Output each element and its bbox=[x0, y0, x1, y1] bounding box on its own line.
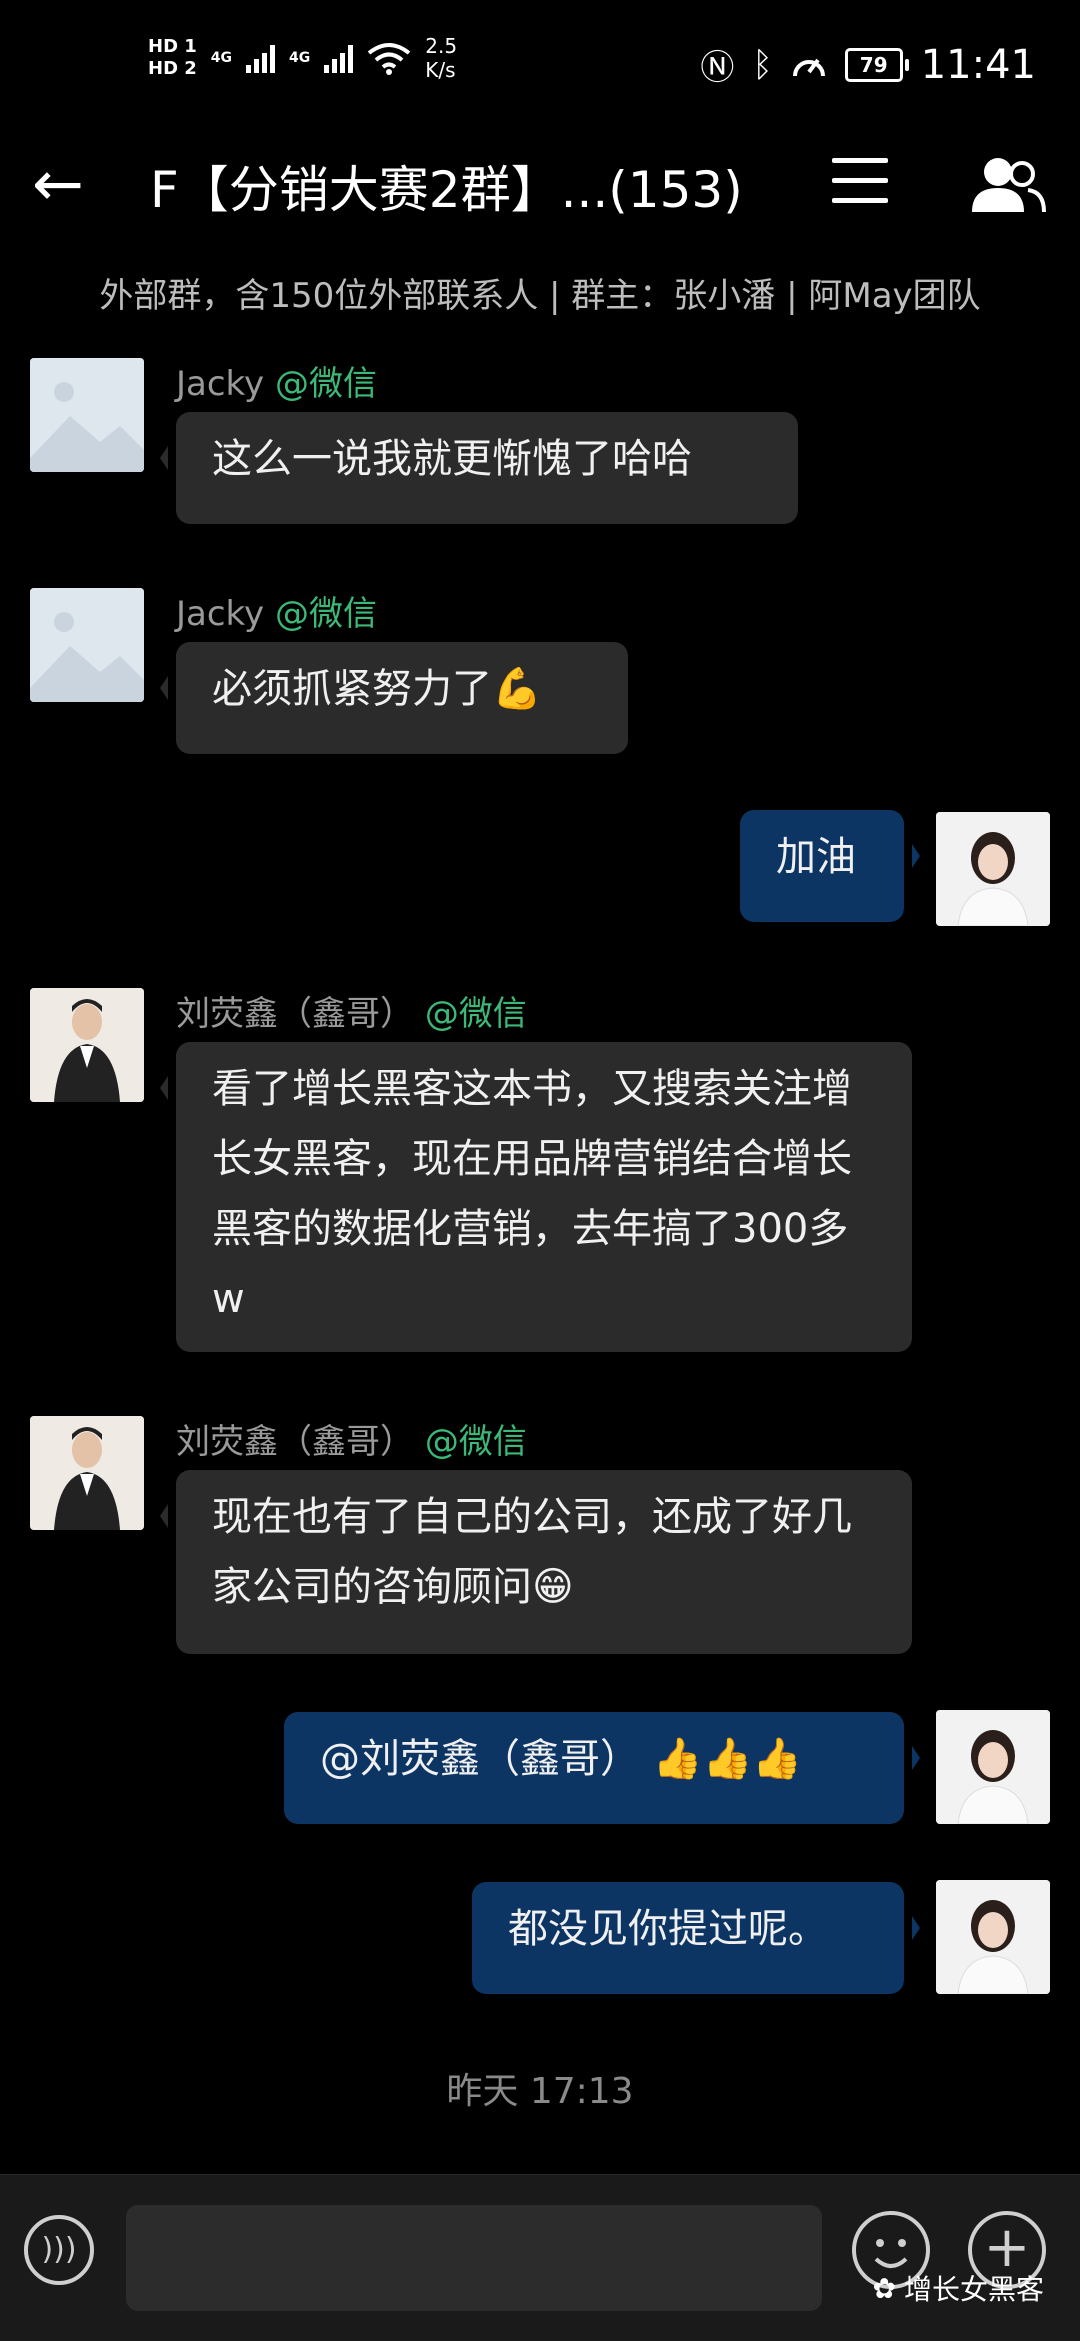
voice-input-icon[interactable]: ))) bbox=[24, 2215, 94, 2285]
watermark: ✿ 增长女黑客 bbox=[873, 2268, 1044, 2308]
wechat-logo-icon: ✿ bbox=[872, 2271, 896, 2305]
bluetooth-icon: ᛒ bbox=[752, 44, 773, 85]
message-text: 都没见你提过呢。 bbox=[508, 1906, 828, 1952]
sender-source: @微信 bbox=[424, 994, 527, 1034]
sender-label: Jacky bbox=[176, 594, 265, 634]
avatar[interactable] bbox=[30, 988, 144, 1102]
sender-name: Jacky @微信 bbox=[176, 356, 377, 405]
message-text: 这么一说我就更惭愧了哈哈 bbox=[212, 436, 692, 482]
message-bubble-self[interactable]: 加油 bbox=[740, 810, 920, 922]
signal-type-1: 4G bbox=[210, 50, 233, 66]
mention-text: @刘荧鑫（鑫哥） bbox=[320, 1736, 640, 1782]
avatar-self[interactable] bbox=[936, 1880, 1050, 1994]
sender-source: @微信 bbox=[274, 364, 377, 404]
signal-bars-icon bbox=[324, 43, 354, 73]
avatar[interactable] bbox=[30, 588, 144, 702]
status-bar: HD 1 HD 2 4G 4G 2.5 K/s Ⓝ ᛒ 79 11:41 bbox=[0, 0, 1080, 140]
hd2-label: HD 2 bbox=[148, 58, 197, 79]
clock: 11:41 bbox=[920, 41, 1036, 88]
user-photo-icon bbox=[30, 1416, 144, 1530]
battery-icon: 79 bbox=[844, 47, 909, 82]
group-info-bar[interactable]: 外部群，含150位外部联系人 | 群主：张小潘 | 阿May团队 bbox=[0, 268, 1080, 317]
placeholder-image-icon bbox=[30, 588, 144, 702]
message-text: 看了增长黑客这本书，又搜索关注增长女黑客，现在用品牌营销结合增长黑客的数据化营销… bbox=[212, 1066, 852, 1322]
wifi-icon bbox=[368, 43, 411, 75]
message-bubble[interactable]: 看了增长黑客这本书，又搜索关注增长女黑客，现在用品牌营销结合增长黑客的数据化营销… bbox=[160, 1042, 912, 1352]
message-bubble[interactable]: 必须抓紧努力了💪 bbox=[160, 642, 628, 754]
sender-name: 刘荧鑫（鑫哥） @微信 bbox=[176, 1414, 527, 1463]
nfc-icon: Ⓝ bbox=[700, 48, 735, 88]
user-photo-icon bbox=[30, 988, 144, 1102]
sender-label: 刘荧鑫（鑫哥） bbox=[176, 1422, 414, 1462]
network-speed: 2.5 K/s bbox=[425, 34, 457, 82]
sender-name: Jacky @微信 bbox=[176, 586, 377, 635]
back-arrow-icon[interactable]: ← bbox=[32, 153, 102, 218]
speed-value: 2.5 bbox=[425, 34, 458, 58]
sender-source: @微信 bbox=[424, 1422, 527, 1462]
chat-title: F【分销大赛2群】...(153) bbox=[150, 161, 743, 219]
flexed-bicep-emoji: 💪 bbox=[492, 666, 542, 712]
user-photo-icon bbox=[936, 812, 1050, 926]
sender-name: 刘荧鑫（鑫哥） @微信 bbox=[176, 986, 527, 1035]
message-bubble[interactable]: 现在也有了自己的公司，还成了好几家公司的咨询顾问😁 bbox=[160, 1470, 912, 1654]
hd1-label: HD 1 bbox=[148, 36, 197, 57]
speedometer-icon bbox=[792, 58, 825, 76]
avatar-self[interactable] bbox=[936, 812, 1050, 926]
message-input[interactable] bbox=[126, 2205, 822, 2311]
input-bar: ))) + bbox=[0, 2174, 1080, 2341]
timestamp-divider: 昨天 17:13 bbox=[446, 2071, 634, 2112]
menu-icon[interactable] bbox=[832, 158, 888, 218]
placeholder-image-icon bbox=[30, 358, 144, 472]
avatar-self[interactable] bbox=[936, 1710, 1050, 1824]
avatar[interactable] bbox=[30, 1416, 144, 1530]
message-bubble[interactable]: 这么一说我就更惭愧了哈哈 bbox=[160, 412, 798, 524]
user-photo-icon bbox=[936, 1710, 1050, 1824]
speed-unit: K/s bbox=[425, 58, 456, 82]
message-text: 必须抓紧努力了 bbox=[212, 666, 492, 712]
group-members-icon[interactable] bbox=[970, 154, 1046, 216]
chat-header: ← F【分销大赛2群】...(153) bbox=[0, 140, 1080, 230]
sender-label: Jacky bbox=[176, 364, 265, 404]
message-bubble-self[interactable]: 都没见你提过呢。 bbox=[472, 1882, 920, 1994]
message-text: 加油 bbox=[776, 834, 856, 880]
watermark-text: 增长女黑客 bbox=[903, 2273, 1044, 2306]
message-bubble-self[interactable]: @刘荧鑫（鑫哥） 👍👍👍 bbox=[284, 1712, 920, 1824]
sender-label: 刘荧鑫（鑫哥） bbox=[176, 994, 414, 1034]
grin-emoji: 😁 bbox=[532, 1564, 574, 1610]
signal-bars-icon bbox=[246, 43, 276, 73]
sender-source: @微信 bbox=[274, 594, 377, 634]
thumbs-up-emoji: 👍👍👍 bbox=[652, 1736, 803, 1782]
signal-type-2: 4G bbox=[289, 50, 311, 66]
avatar[interactable] bbox=[30, 358, 144, 472]
user-photo-icon bbox=[936, 1880, 1050, 1994]
sim-indicators: HD 1 HD 2 bbox=[148, 36, 197, 80]
